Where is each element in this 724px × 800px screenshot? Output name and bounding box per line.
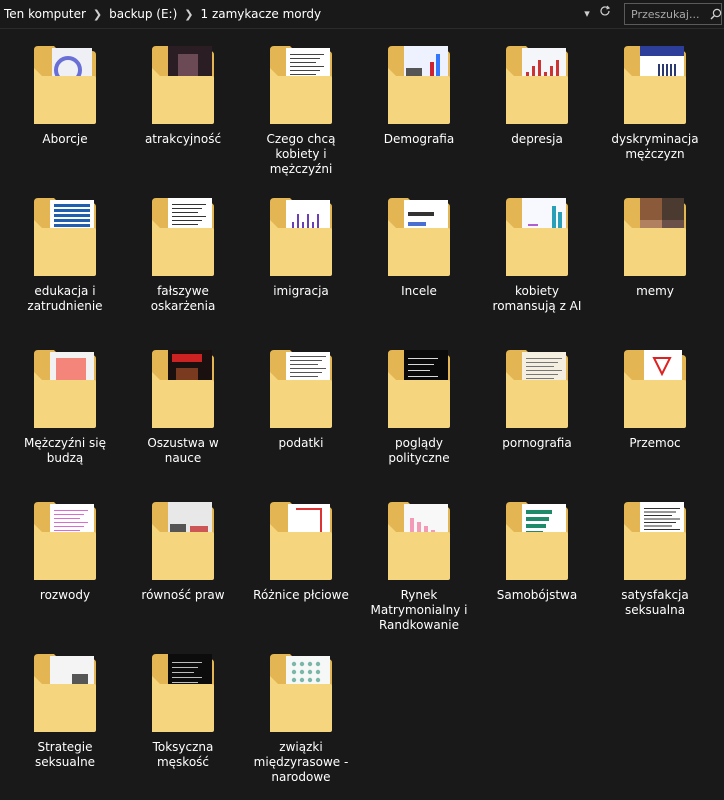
folder-icon: [270, 654, 332, 732]
folder-icon: [624, 198, 686, 276]
breadcrumb: Ten komputer ❯ backup (E:) ❯ 1 zamykacze…: [0, 4, 610, 24]
folder-label: Aborcje: [42, 132, 88, 146]
folder-icon: [624, 350, 686, 428]
folder-icon: [624, 502, 686, 580]
folder-label: kobiety romansują z AI: [492, 284, 582, 313]
folder-item-15[interactable]: poglądy polityczne: [360, 344, 478, 496]
history-dropdown-icon[interactable]: ▾: [578, 5, 596, 23]
folder-item-22[interactable]: Samobójstwa: [478, 496, 596, 648]
folder-icon: [506, 350, 568, 428]
folder-label: pornografia: [502, 436, 572, 450]
folder-icon: [152, 654, 214, 732]
folder-item-13[interactable]: Oszustwa w nauce: [124, 344, 242, 496]
folder-icon: [152, 198, 214, 276]
folder-icon: [506, 198, 568, 276]
folder-icon: [270, 46, 332, 124]
breadcrumb-item-folder[interactable]: 1 zamykacze mordy: [197, 7, 326, 21]
folder-icon: [506, 502, 568, 580]
folder-item-25[interactable]: Toksyczna męskość: [124, 648, 242, 800]
search-box[interactable]: [624, 3, 722, 25]
folder-label: memy: [636, 284, 674, 298]
folder-icon: [388, 198, 450, 276]
folder-label: Czego chcą kobiety i mężczyźni: [266, 132, 336, 176]
folder-icon: [270, 198, 332, 276]
folder-icon: [388, 46, 450, 124]
folder-label: edukacja i zatrudnienie: [27, 284, 103, 313]
folder-icon: [152, 502, 214, 580]
folder-item-6[interactable]: edukacja i zatrudnienie: [6, 192, 124, 344]
search-input[interactable]: [625, 5, 709, 23]
folder-item-3[interactable]: Demografia: [360, 40, 478, 192]
folder-item-14[interactable]: podatki: [242, 344, 360, 496]
folder-item-11[interactable]: memy: [596, 192, 714, 344]
folder-item-2[interactable]: Czego chcą kobiety i mężczyźni: [242, 40, 360, 192]
folder-item-20[interactable]: Różnice płciowe: [242, 496, 360, 648]
breadcrumb-item-computer[interactable]: Ten komputer: [0, 7, 90, 21]
folder-item-18[interactable]: rozwody: [6, 496, 124, 648]
chevron-right-icon[interactable]: ❯: [90, 8, 105, 21]
folder-label: Mężczyźni się budzą: [23, 436, 107, 465]
folder-label: równość praw: [141, 588, 225, 602]
folder-grid: Aborcje atrakcyjność Czego chcą kobiety …: [6, 40, 724, 800]
folder-icon: [270, 502, 332, 580]
folder-label: Oszustwa w nauce: [147, 436, 219, 465]
folder-item-16[interactable]: pornografia: [478, 344, 596, 496]
folder-label: depresja: [511, 132, 563, 146]
folder-item-1[interactable]: atrakcyjność: [124, 40, 242, 192]
folder-label: dyskryminacja mężczyzn: [611, 132, 699, 161]
folder-label: atrakcyjność: [144, 132, 222, 146]
folder-item-12[interactable]: Mężczyźni się budzą: [6, 344, 124, 496]
folder-label: Przemoc: [629, 436, 681, 450]
folder-icon: [34, 350, 96, 428]
folder-item-10[interactable]: kobiety romansują z AI: [478, 192, 596, 344]
folder-label: podatki: [278, 436, 324, 450]
folder-label: Strategie seksualne: [34, 740, 96, 769]
folder-label: Incele: [401, 284, 437, 298]
refresh-icon[interactable]: [596, 5, 614, 23]
folder-label: Samobójstwa: [496, 588, 578, 602]
folder-item-23[interactable]: satysfakcja seksualna: [596, 496, 714, 648]
folder-item-17[interactable]: Przemoc: [596, 344, 714, 496]
folder-label: Demografia: [383, 132, 455, 146]
folder-item-4[interactable]: depresja: [478, 40, 596, 192]
address-toolbar: Ten komputer ❯ backup (E:) ❯ 1 zamykacze…: [0, 0, 724, 29]
folder-label: Toksyczna męskość: [152, 740, 214, 769]
folder-label: poglądy polityczne: [388, 436, 450, 465]
folder-item-0[interactable]: Aborcje: [6, 40, 124, 192]
breadcrumb-item-drive[interactable]: backup (E:): [105, 7, 181, 21]
folder-icon: [152, 350, 214, 428]
folder-icon: [388, 502, 450, 580]
folder-label: rozwody: [39, 588, 91, 602]
folder-icon: [34, 502, 96, 580]
folder-icon: [624, 46, 686, 124]
folder-icon: [388, 350, 450, 428]
folder-item-8[interactable]: imigracja: [242, 192, 360, 344]
folder-icon: [270, 350, 332, 428]
folder-item-24[interactable]: Strategie seksualne: [6, 648, 124, 800]
folder-icon: [34, 198, 96, 276]
folder-label: satysfakcja seksualna: [621, 588, 689, 617]
folder-item-9[interactable]: Incele: [360, 192, 478, 344]
folder-label: imigracja: [273, 284, 329, 298]
folder-icon: [34, 46, 96, 124]
folder-label: Różnice płciowe: [253, 588, 349, 602]
folder-icon: [34, 654, 96, 732]
folder-label: Rynek Matrymonialny i Randkowanie: [370, 588, 468, 632]
folder-item-5[interactable]: dyskryminacja mężczyzn: [596, 40, 714, 192]
folder-icon: [506, 46, 568, 124]
folder-item-21[interactable]: Rynek Matrymonialny i Randkowanie: [360, 496, 478, 648]
folder-item-19[interactable]: równość praw: [124, 496, 242, 648]
folder-icon: [152, 46, 214, 124]
search-icon[interactable]: [709, 6, 723, 22]
chevron-right-icon[interactable]: ❯: [181, 8, 196, 21]
folder-item-7[interactable]: fałszywe oskarżenia: [124, 192, 242, 344]
folder-label: fałszywe oskarżenia: [150, 284, 216, 313]
folder-item-26[interactable]: związki międzyrasowe - narodowe: [242, 648, 360, 800]
